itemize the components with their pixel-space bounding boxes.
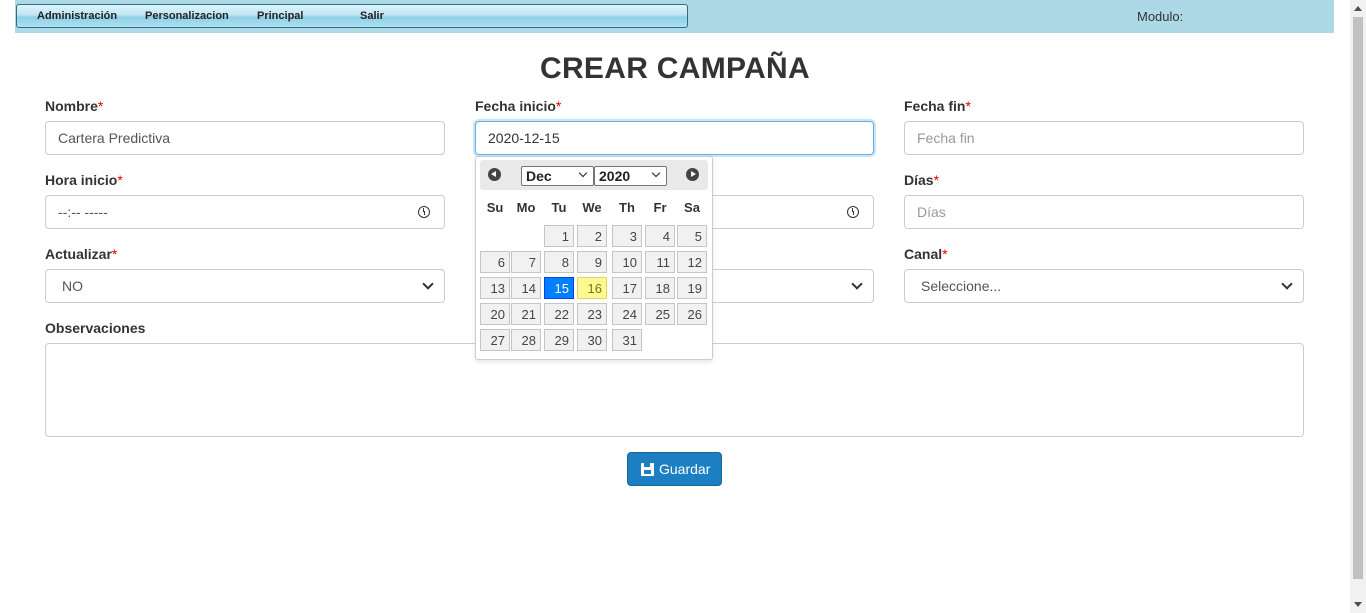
prev-month-icon[interactable] bbox=[488, 168, 501, 181]
fecha-fin-label: Fecha fin* bbox=[904, 98, 971, 114]
next-month-icon[interactable] bbox=[686, 168, 699, 181]
month-value: Dec bbox=[526, 168, 552, 184]
hora-inicio-input[interactable]: --:-- ----- bbox=[45, 195, 445, 229]
observaciones-label: Observaciones bbox=[45, 320, 146, 336]
calendar-day[interactable]: 11 bbox=[645, 251, 675, 273]
module-label: Modulo: bbox=[1137, 9, 1184, 24]
fecha-inicio-label: Fecha inicio* bbox=[475, 98, 562, 114]
required-mark: * bbox=[555, 98, 562, 114]
canal-select[interactable]: Seleccione... bbox=[904, 269, 1304, 303]
chevron-down-icon bbox=[651, 168, 661, 178]
calendar-day[interactable]: 28 bbox=[511, 329, 541, 351]
calendar-day[interactable]: 12 bbox=[677, 251, 707, 273]
menu-item-principal[interactable]: Principal bbox=[257, 10, 303, 22]
calendar-day[interactable]: 13 bbox=[480, 277, 510, 299]
guardar-button[interactable]: Guardar bbox=[627, 452, 722, 486]
vertical-scrollbar[interactable] bbox=[1350, 0, 1366, 613]
guardar-button-label: Guardar bbox=[659, 461, 711, 477]
page-title: CREAR CAMPAÑA bbox=[539, 52, 810, 85]
calendar-day[interactable]: 25 bbox=[645, 303, 675, 325]
calendar-day[interactable]: 14 bbox=[511, 277, 541, 299]
required-mark: * bbox=[942, 246, 948, 262]
hora-inicio-label: Hora inicio* bbox=[45, 172, 123, 188]
chevron-down-icon bbox=[1281, 278, 1293, 290]
calendar-day[interactable]: 1 bbox=[544, 225, 574, 247]
save-icon bbox=[641, 463, 654, 476]
calendar-day[interactable]: 6 bbox=[480, 251, 510, 273]
required-mark: * bbox=[933, 172, 940, 188]
scroll-down-icon[interactable] bbox=[1354, 602, 1362, 607]
dias-label: Días* bbox=[904, 172, 940, 188]
chevron-down-icon bbox=[422, 278, 434, 290]
calendar-day[interactable]: 26 bbox=[677, 303, 707, 325]
clock-icon[interactable] bbox=[847, 206, 859, 218]
calendar-day[interactable]: 15 bbox=[544, 277, 574, 299]
canal-label: Canal* bbox=[904, 246, 948, 262]
datepicker-header: Dec 2020 bbox=[480, 160, 708, 190]
calendar-day[interactable]: 24 bbox=[612, 303, 642, 325]
calendar-day[interactable]: 23 bbox=[577, 303, 607, 325]
menu-item-administracion[interactable]: Administración bbox=[37, 10, 117, 22]
year-select[interactable]: 2020 bbox=[594, 166, 667, 186]
calendar-day[interactable]: 2 bbox=[577, 225, 607, 247]
calendar-day[interactable]: 10 bbox=[612, 251, 642, 273]
calendar-day[interactable]: 30 bbox=[577, 329, 607, 351]
weekday-header: Fr bbox=[653, 200, 667, 215]
weekday-header: Mo bbox=[516, 200, 536, 215]
main-menu: Administración Personalizacion Principal… bbox=[16, 4, 688, 28]
dias-input[interactable] bbox=[904, 195, 1304, 229]
chevron-down-icon bbox=[851, 278, 863, 290]
calendar-day[interactable]: 4 bbox=[645, 225, 675, 247]
weekday-header: Tu bbox=[551, 200, 567, 215]
nombre-input[interactable] bbox=[45, 121, 445, 155]
calendar-day[interactable]: 3 bbox=[612, 225, 642, 247]
calendar-day[interactable]: 31 bbox=[612, 329, 642, 351]
calendar-day[interactable]: 19 bbox=[677, 277, 707, 299]
actualizar-select[interactable]: NO bbox=[45, 269, 445, 303]
weekday-header: We bbox=[582, 200, 602, 215]
calendar-day[interactable]: 17 bbox=[612, 277, 642, 299]
scroll-up-icon[interactable] bbox=[1354, 6, 1362, 11]
calendar-day[interactable]: 20 bbox=[480, 303, 510, 325]
hora-inicio-value: --:-- ----- bbox=[58, 204, 108, 220]
actualizar-label: Actualizar* bbox=[45, 246, 118, 262]
required-mark: * bbox=[117, 172, 123, 188]
calendar-day[interactable]: 7 bbox=[511, 251, 541, 273]
fecha-inicio-input[interactable] bbox=[475, 121, 874, 155]
calendar-day[interactable]: 22 bbox=[544, 303, 574, 325]
actualizar-value: NO bbox=[62, 278, 83, 294]
menu-item-salir[interactable]: Salir bbox=[360, 10, 384, 22]
required-mark: * bbox=[111, 246, 118, 262]
calendar-day[interactable]: 29 bbox=[544, 329, 574, 351]
datepicker: Dec 2020 Su Mo Tu We Th Fr Sa 1 2 3 4 5 6 7 8 9 10 11 12 1… bbox=[475, 156, 713, 360]
clock-icon[interactable] bbox=[418, 206, 430, 218]
weekday-header: Su bbox=[486, 200, 504, 215]
nombre-label: Nombre* bbox=[45, 98, 104, 114]
calendar-day[interactable]: 5 bbox=[677, 225, 707, 247]
calendar-day[interactable]: 21 bbox=[511, 303, 541, 325]
required-mark: * bbox=[965, 98, 971, 114]
year-value: 2020 bbox=[599, 168, 631, 184]
calendar-day[interactable]: 18 bbox=[645, 277, 675, 299]
calendar-day[interactable]: 27 bbox=[480, 329, 510, 351]
fecha-fin-input[interactable] bbox=[904, 121, 1304, 155]
scrollbar-thumb[interactable] bbox=[1353, 17, 1363, 579]
calendar-day[interactable]: 16 bbox=[577, 277, 607, 299]
required-mark: * bbox=[97, 98, 104, 114]
month-select[interactable]: Dec bbox=[521, 166, 594, 186]
weekday-header: Th bbox=[619, 200, 635, 215]
weekday-header: Sa bbox=[684, 200, 700, 215]
menu-item-personalizacion[interactable]: Personalizacion bbox=[145, 10, 229, 22]
calendar-day[interactable]: 8 bbox=[544, 251, 574, 273]
canal-value: Seleccione... bbox=[921, 278, 1002, 294]
chevron-down-icon bbox=[578, 168, 588, 178]
calendar-day[interactable]: 9 bbox=[577, 251, 607, 273]
